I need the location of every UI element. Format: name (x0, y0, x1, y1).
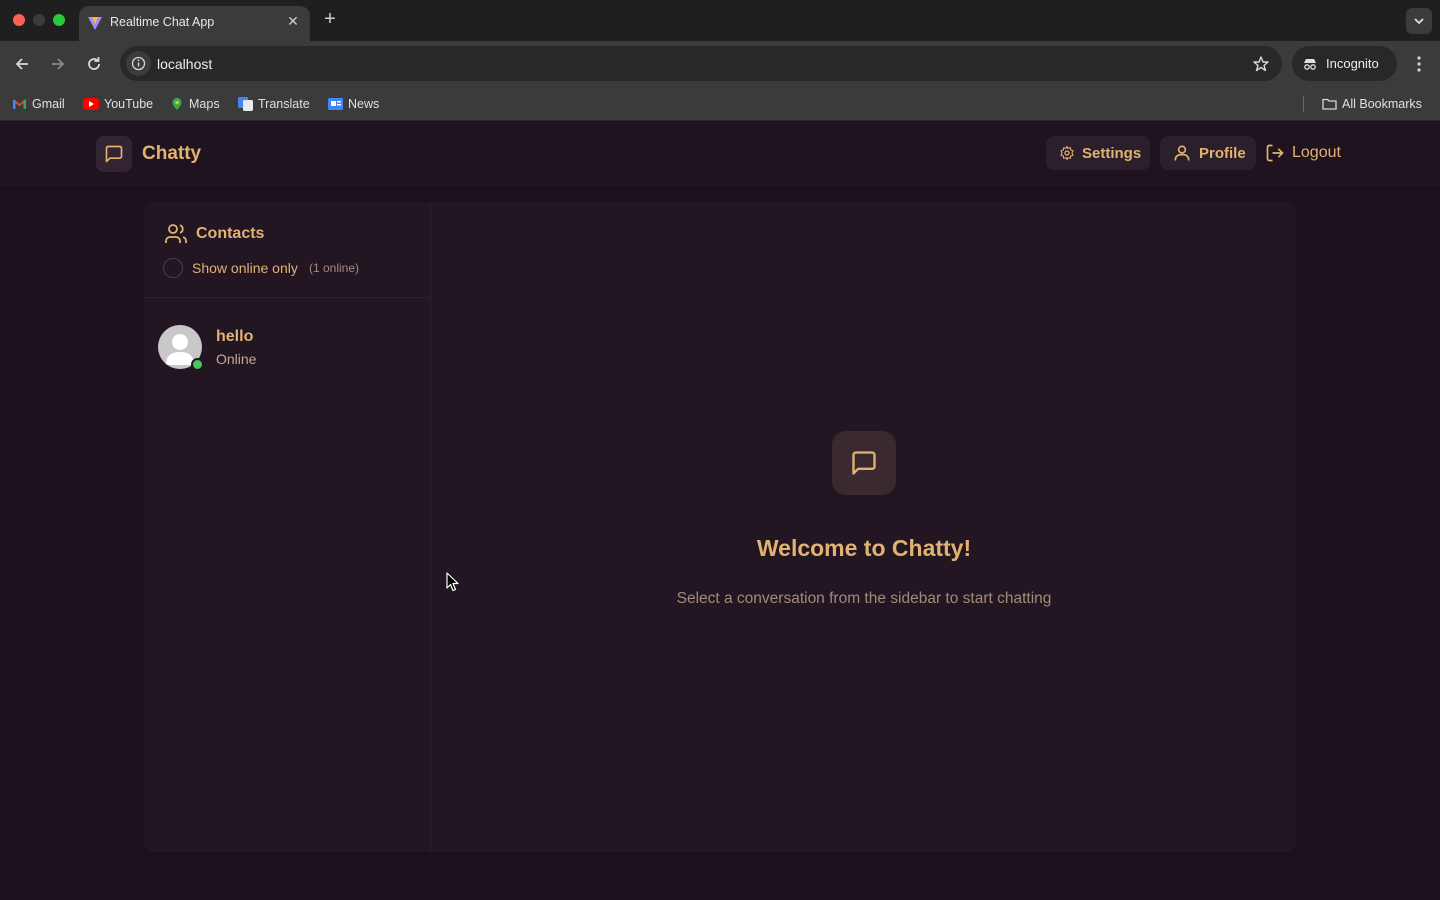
contacts-sidebar: Contacts Show online only (1 online) hel… (144, 202, 431, 852)
url-text: localhost (157, 56, 213, 72)
tab-title: Realtime Chat App (110, 15, 215, 29)
all-bookmarks-button[interactable]: All Bookmarks (1322, 96, 1422, 112)
sidebar-header: Contacts Show online only (1 online) (144, 202, 431, 298)
bookmark-news[interactable]: News (328, 96, 379, 112)
brand-name[interactable]: Chatty (142, 143, 201, 165)
online-count: (1 online) (309, 261, 360, 275)
contact-status: Online (216, 351, 257, 367)
logout-button[interactable]: Logout (1265, 136, 1355, 170)
info-icon (131, 56, 146, 71)
tab-close-icon[interactable]: ✕ (284, 12, 302, 30)
contact-item[interactable]: hello Online (144, 313, 430, 381)
profile-button[interactable]: Profile (1160, 136, 1256, 170)
vite-favicon-icon (88, 17, 102, 30)
new-tab-button[interactable]: + (320, 9, 340, 29)
users-icon (165, 224, 187, 243)
window-close-button[interactable] (13, 14, 25, 26)
mouse-cursor-icon (446, 572, 459, 592)
bookmarks-bar: Gmail YouTube Maps Translate News All Bo… (0, 87, 1440, 121)
reload-icon[interactable] (83, 53, 105, 75)
no-chat-selected: Welcome to Chatty! Select a conversation… (432, 202, 1296, 852)
back-arrow-icon[interactable] (11, 53, 33, 75)
show-online-label[interactable]: Show online only (192, 260, 298, 276)
address-bar[interactable]: localhost (120, 46, 1282, 81)
contacts-title: Contacts (196, 225, 265, 242)
bookmark-youtube[interactable]: YouTube (83, 96, 153, 112)
welcome-icon-box (832, 431, 896, 495)
show-online-checkbox[interactable] (163, 258, 183, 278)
online-status-dot (191, 358, 204, 371)
gmail-icon (12, 99, 27, 109)
window-minimize-button[interactable] (33, 14, 45, 26)
translate-icon (238, 97, 253, 111)
incognito-label: Incognito (1326, 56, 1379, 71)
bookmark-translate[interactable]: Translate (238, 96, 310, 112)
browser-menu-icon[interactable] (1410, 53, 1428, 75)
browser-toolbar: localhost Incognito (0, 41, 1440, 87)
incognito-icon (1304, 59, 1316, 70)
maps-icon (172, 98, 182, 110)
tab-search-button[interactable] (1406, 8, 1432, 34)
contact-name: hello (216, 328, 254, 345)
folder-icon (1322, 98, 1337, 110)
welcome-subtitle: Select a conversation from the sidebar t… (676, 590, 1052, 607)
browser-tab-strip: Realtime Chat App ✕ + (0, 0, 1440, 41)
incognito-indicator[interactable]: Incognito (1292, 46, 1397, 81)
news-icon (328, 98, 343, 110)
settings-button[interactable]: Settings (1046, 136, 1150, 170)
bookmarks-separator (1303, 96, 1304, 112)
bookmark-gmail[interactable]: Gmail (12, 96, 65, 112)
user-icon (1174, 145, 1190, 161)
bookmark-star-icon[interactable] (1252, 55, 1270, 73)
logout-icon (1266, 144, 1284, 162)
message-square-icon (852, 451, 876, 475)
gear-icon (1060, 145, 1074, 161)
welcome-title: Welcome to Chatty! (756, 535, 972, 561)
forward-arrow-icon[interactable] (47, 53, 69, 75)
chat-container: Contacts Show online only (1 online) hel… (144, 202, 1296, 852)
bookmark-maps[interactable]: Maps (170, 96, 220, 112)
message-square-icon (105, 145, 123, 163)
chevron-down-icon (1414, 18, 1424, 25)
app-navbar: Chatty Settings Profile Logout (0, 122, 1440, 186)
youtube-icon (83, 98, 99, 110)
window-maximize-button[interactable] (53, 14, 65, 26)
brand-logo[interactable] (96, 136, 132, 172)
browser-tab-active[interactable]: Realtime Chat App ✕ (79, 6, 310, 41)
site-info-button[interactable] (126, 51, 151, 76)
